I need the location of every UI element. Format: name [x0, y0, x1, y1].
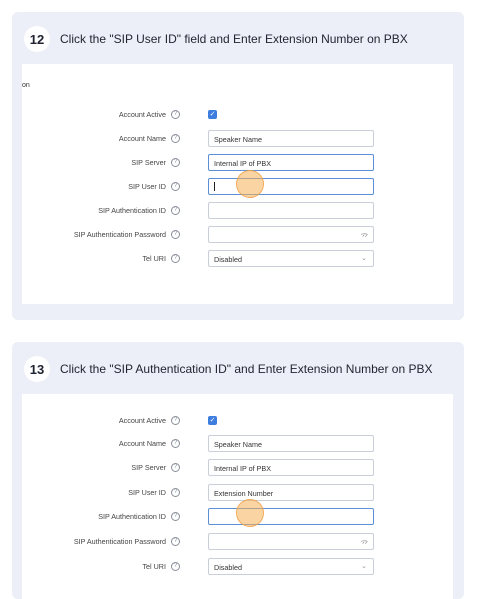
sip-server-input[interactable]: Internal IP of PBX [208, 459, 374, 476]
sip-auth-id-label: SIP Authentication ID [98, 512, 166, 521]
sip-auth-password-row: SIP Authentication Password ? ᯄ [22, 226, 453, 244]
step-header: 12 Click the "SIP User ID" field and Ent… [24, 26, 408, 52]
sip-user-id-label: SIP User ID [128, 182, 166, 191]
help-icon[interactable]: ? [171, 562, 180, 571]
sip-auth-password-input[interactable]: ᯄ [208, 226, 374, 243]
help-icon[interactable]: ? [171, 206, 180, 215]
account-active-row: Account Active ? ✓ [22, 412, 453, 430]
sip-user-id-input[interactable]: Extension Number [208, 484, 374, 501]
help-icon[interactable]: ? [171, 158, 180, 167]
step-instruction: Click the "SIP Authentication ID" and En… [60, 362, 433, 376]
tel-uri-label: Tel URI [142, 254, 166, 263]
eye-slash-icon[interactable]: ᯄ [361, 231, 368, 240]
chevron-down-icon: ⌄ [361, 255, 367, 262]
sip-server-row: SIP Server ? Internal IP of PBX [22, 154, 453, 172]
help-icon[interactable]: ? [171, 463, 180, 472]
tel-uri-select[interactable]: Disabled ⌄ [208, 558, 374, 575]
sip-settings-panel: on Account Active ? ✓ Account Name ? Spe… [22, 64, 453, 304]
help-icon[interactable]: ? [171, 110, 180, 119]
sip-server-row: SIP Server ? Internal IP of PBX [22, 459, 453, 477]
section-title-stub: on [22, 82, 30, 89]
click-indicator [236, 170, 264, 198]
tel-uri-value: Disabled [214, 563, 242, 572]
help-icon[interactable]: ? [171, 537, 180, 546]
sip-server-input[interactable]: Internal IP of PBX [208, 154, 374, 171]
tel-uri-value: Disabled [214, 255, 242, 264]
step-number-badge: 12 [24, 26, 50, 52]
account-active-checkbox[interactable]: ✓ [208, 416, 217, 425]
step-card-12: 12 Click the "SIP User ID" field and Ent… [12, 12, 464, 320]
step-header: 13 Click the "SIP Authentication ID" and… [24, 356, 433, 382]
step-instruction: Click the "SIP User ID" field and Enter … [60, 32, 408, 46]
tel-uri-row: Tel URI ? Disabled ⌄ [22, 558, 453, 576]
step-number-badge: 13 [24, 356, 50, 382]
tel-uri-row: Tel URI ? Disabled ⌄ [22, 250, 453, 268]
tel-uri-label: Tel URI [142, 562, 166, 571]
sip-auth-password-label: SIP Authentication Password [73, 230, 166, 239]
sip-auth-password-label: SIP Authentication Password [73, 537, 166, 546]
account-name-input[interactable]: Speaker Name [208, 435, 374, 452]
sip-user-id-input[interactable] [208, 178, 374, 195]
tel-uri-select[interactable]: Disabled ⌄ [208, 250, 374, 267]
account-active-label: Account Active [118, 416, 166, 425]
help-icon[interactable]: ? [171, 512, 180, 521]
sip-auth-password-row: SIP Authentication Password ? ᯄ [22, 533, 453, 551]
sip-server-label: SIP Server [131, 463, 166, 472]
help-icon[interactable]: ? [171, 230, 180, 239]
account-active-label: Account Active [118, 110, 166, 119]
eye-slash-icon[interactable]: ᯄ [361, 538, 368, 547]
sip-auth-password-input[interactable]: ᯄ [208, 533, 374, 550]
account-name-label: Account Name [118, 134, 166, 143]
sip-server-label: SIP Server [131, 158, 166, 167]
text-cursor [214, 182, 215, 191]
chevron-down-icon: ⌄ [361, 563, 367, 570]
help-icon[interactable]: ? [171, 488, 180, 497]
sip-auth-id-row: SIP Authentication ID ? [22, 202, 453, 220]
account-active-row: Account Active ? ✓ [22, 106, 453, 124]
account-name-input[interactable]: Speaker Name [208, 130, 374, 147]
help-icon[interactable]: ? [171, 254, 180, 263]
sip-auth-id-input[interactable] [208, 202, 374, 219]
help-icon[interactable]: ? [171, 182, 180, 191]
account-name-label: Account Name [118, 439, 166, 448]
sip-settings-panel: Account Active ? ✓ Account Name ? Speake… [22, 394, 453, 599]
help-icon[interactable]: ? [171, 416, 180, 425]
sip-auth-id-input[interactable] [208, 508, 374, 525]
account-name-row: Account Name ? Speaker Name [22, 130, 453, 148]
help-icon[interactable]: ? [171, 439, 180, 448]
account-active-checkbox[interactable]: ✓ [208, 110, 217, 119]
sip-auth-id-label: SIP Authentication ID [98, 206, 166, 215]
sip-user-id-row: SIP User ID ? Extension Number [22, 484, 453, 502]
help-icon[interactable]: ? [171, 134, 180, 143]
sip-user-id-label: SIP User ID [128, 488, 166, 497]
account-name-row: Account Name ? Speaker Name [22, 435, 453, 453]
step-card-13: 13 Click the "SIP Authentication ID" and… [12, 342, 464, 599]
click-indicator [236, 499, 264, 527]
